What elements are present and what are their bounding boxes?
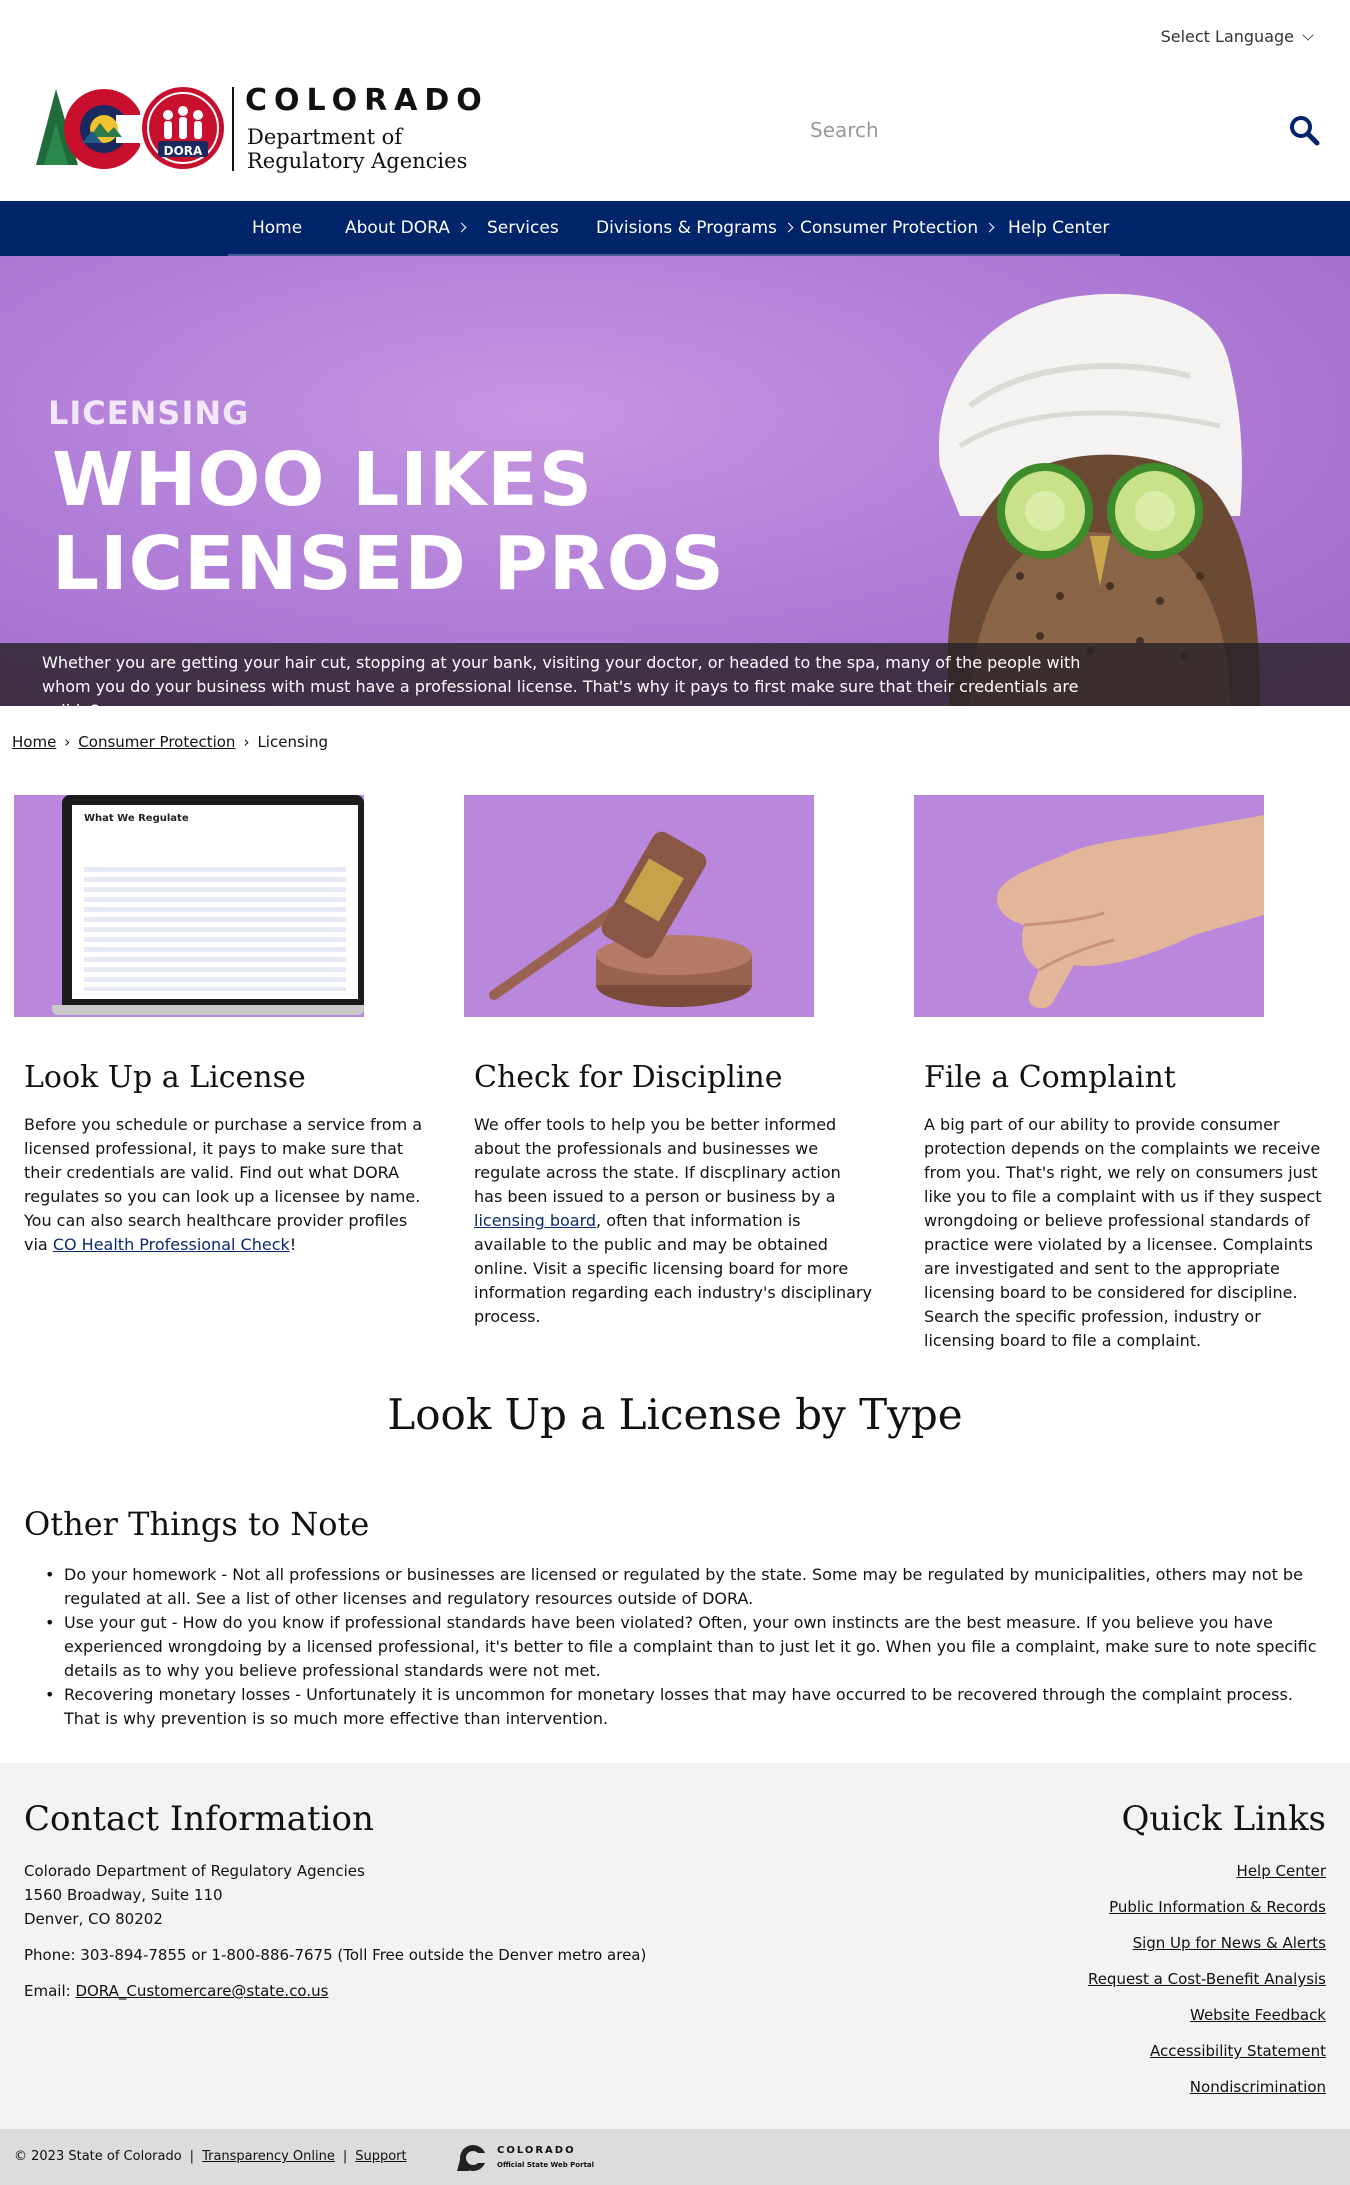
screen-table bbox=[84, 867, 346, 991]
card-text: We offer tools to help you be better inf… bbox=[474, 1113, 874, 1329]
nav-home-label: Home bbox=[252, 218, 303, 238]
notes-title: Other Things to Note bbox=[24, 1505, 370, 1543]
bottom-links: © 2023 State of Colorado | Transparency On… bbox=[14, 2149, 407, 2164]
language-label: Select Language bbox=[1160, 27, 1294, 46]
owl-spa-image bbox=[938, 293, 1260, 706]
laptop-base bbox=[52, 1005, 364, 1015]
lookup-by-type-title: Look Up a License by Type bbox=[387, 1390, 963, 1439]
list-item: Do your homework - Not all professions o… bbox=[40, 1563, 1330, 1611]
breadcrumb-consumer-protection[interactable]: Consumer Protection bbox=[78, 733, 235, 751]
chevron-right-icon bbox=[456, 222, 467, 233]
co-health-link[interactable]: CO Health Professional Check bbox=[53, 1235, 290, 1254]
contact-phone: Phone: 303-894-7855 or 1-800-886-7675 (T… bbox=[24, 1946, 647, 1964]
card-title: File a Complaint bbox=[924, 1060, 1176, 1095]
quick-links-title: Quick Links bbox=[1121, 1799, 1327, 1839]
thumbs-down-image[interactable] bbox=[914, 795, 1264, 1017]
dora-seal-icon bbox=[142, 87, 224, 169]
portal-name: COLORADO bbox=[497, 2145, 576, 2156]
chevron-right-icon bbox=[783, 222, 794, 233]
list-item: Use your gut - How do you know if profes… bbox=[40, 1611, 1330, 1683]
search-bar[interactable]: Search bbox=[810, 112, 1320, 152]
brand-subtitle: Department of Regulatory Agencies bbox=[247, 125, 467, 173]
hero-banner: LICENSING WHOO LIKES LICENSED PROS Wheth… bbox=[0, 256, 1350, 706]
breadcrumb-sep: › bbox=[64, 733, 71, 751]
breadcrumb: Home › Consumer Protection › Licensing bbox=[12, 733, 328, 751]
breadcrumb-current: Licensing bbox=[257, 733, 328, 751]
quick-link-nondiscrimination[interactable]: Nondiscrimination bbox=[1088, 2075, 1326, 2099]
chevron-down-icon bbox=[1302, 29, 1314, 41]
gavel-icon bbox=[489, 831, 752, 1007]
thumbs-down-icon bbox=[996, 815, 1264, 1009]
brand-divider bbox=[232, 87, 234, 171]
quick-link-public-info[interactable]: Public Information & Records bbox=[1088, 1895, 1326, 1919]
dora-logo[interactable]: DORA COLORADO Department of Regulatory A… bbox=[30, 83, 490, 173]
card-text-part: ! bbox=[289, 1235, 297, 1254]
quick-link-help-center[interactable]: Help Center bbox=[1088, 1859, 1326, 1883]
breadcrumb-sep: › bbox=[243, 733, 250, 751]
laptop-image[interactable]: What We Regulate bbox=[14, 795, 364, 1017]
brand-title: COLORADO bbox=[245, 83, 489, 118]
quick-link-website-feedback[interactable]: Website Feedback bbox=[1088, 2003, 1326, 2027]
contact-info: Colorado Department of Regulatory Agenci… bbox=[24, 1859, 646, 2003]
chevron-right-icon bbox=[984, 222, 995, 233]
screen-title: What We Regulate bbox=[84, 813, 189, 824]
nav-help-label: Help Center bbox=[1008, 218, 1110, 238]
copyright: © 2023 State of Colorado bbox=[14, 2149, 182, 2164]
nav-divisions-label: Divisions & Programs bbox=[596, 218, 777, 238]
gavel-image[interactable] bbox=[464, 795, 814, 1017]
contact-email-row: Email: DORA_Customercare@state.co.us bbox=[24, 1979, 646, 2003]
brand-subtitle-line2: Regulatory Agencies bbox=[247, 149, 468, 173]
hero-title: WHOO LIKES LICENSED PROS bbox=[52, 438, 725, 606]
quick-link-news-alerts[interactable]: Sign Up for News & Alerts bbox=[1088, 1931, 1326, 1955]
hero-title-line1: WHOO LIKES bbox=[52, 437, 594, 523]
card-text-part: Before you schedule or purchase a servic… bbox=[24, 1115, 423, 1254]
transparency-link[interactable]: Transparency Online bbox=[202, 2149, 335, 2164]
nav-services-label: Services bbox=[487, 218, 559, 238]
portal-sub: Official State Web Portal bbox=[497, 2161, 595, 2169]
nav-home[interactable]: Home bbox=[252, 201, 302, 256]
nav-consumer-protection[interactable]: Consumer Protection bbox=[800, 201, 995, 256]
quick-link-accessibility[interactable]: Accessibility Statement bbox=[1088, 2039, 1326, 2063]
contact-org: Colorado Department of Regulatory Agenci… bbox=[24, 1862, 365, 1880]
contact-title: Contact Information bbox=[24, 1799, 374, 1839]
colorado-c-icon bbox=[36, 89, 140, 169]
colorado-c-small-icon bbox=[457, 2145, 491, 2171]
search-icon[interactable] bbox=[1288, 114, 1320, 146]
list-item: Recovering monetary losses - Unfortunate… bbox=[40, 1683, 1330, 1731]
quick-links: Help Center Public Information & Records… bbox=[1088, 1859, 1326, 2111]
card-text-part: We offer tools to help you be better inf… bbox=[474, 1115, 841, 1206]
footer: Contact Information Colorado Department … bbox=[0, 1763, 1350, 2129]
nav-about-label: About DORA bbox=[345, 218, 450, 238]
hero-title-line2: LICENSED PROS bbox=[52, 521, 725, 607]
support-link[interactable]: Support bbox=[355, 2149, 406, 2164]
hero-caption: Whether you are getting your hair cut, s… bbox=[0, 643, 1350, 706]
state-portal-logo[interactable]: COLORADO Official State Web Portal bbox=[455, 2139, 605, 2179]
nav-services[interactable]: Services bbox=[487, 201, 559, 256]
contact-email-label: Email: bbox=[24, 1982, 76, 2000]
notes-list: Do your homework - Not all professions o… bbox=[40, 1563, 1330, 1731]
card-title: Look Up a License bbox=[24, 1060, 306, 1095]
card-text: Before you schedule or purchase a servic… bbox=[24, 1113, 424, 1257]
nav-about-dora[interactable]: About DORA bbox=[345, 201, 467, 256]
nav-help-center[interactable]: Help Center bbox=[1008, 201, 1109, 256]
bottom-bar: © 2023 State of Colorado | Transparency On… bbox=[0, 2129, 1350, 2185]
licensing-board-link[interactable]: licensing board bbox=[474, 1211, 596, 1230]
search-input[interactable]: Search bbox=[810, 118, 879, 142]
language-select[interactable]: Select Language bbox=[1160, 27, 1314, 46]
card-text: A big part of our ability to provide con… bbox=[924, 1115, 1322, 1350]
hero-caption-text: Whether you are getting your hair cut, s… bbox=[42, 653, 1081, 706]
hero-kicker: LICENSING bbox=[48, 394, 250, 432]
brand-subtitle-line1: Department of bbox=[247, 125, 403, 149]
contact-address2: Denver, CO 80202 bbox=[24, 1910, 163, 1928]
main-nav: Home About DORA Services Divisions & Pro… bbox=[0, 201, 1350, 256]
breadcrumb-home[interactable]: Home bbox=[12, 733, 56, 751]
card-title: Check for Discipline bbox=[474, 1060, 783, 1095]
nav-divisions[interactable]: Divisions & Programs bbox=[596, 201, 794, 256]
dora-badge: DORA bbox=[163, 144, 203, 158]
quick-link-cost-benefit[interactable]: Request a Cost-Benefit Analysis bbox=[1088, 1967, 1326, 1991]
nav-consumer-label: Consumer Protection bbox=[800, 218, 979, 238]
contact-address1: 1560 Broadway, Suite 110 bbox=[24, 1886, 223, 1904]
contact-email-link[interactable]: DORA_Customercare@state.co.us bbox=[75, 1982, 328, 2000]
laptop-screen: What We Regulate bbox=[72, 805, 358, 999]
